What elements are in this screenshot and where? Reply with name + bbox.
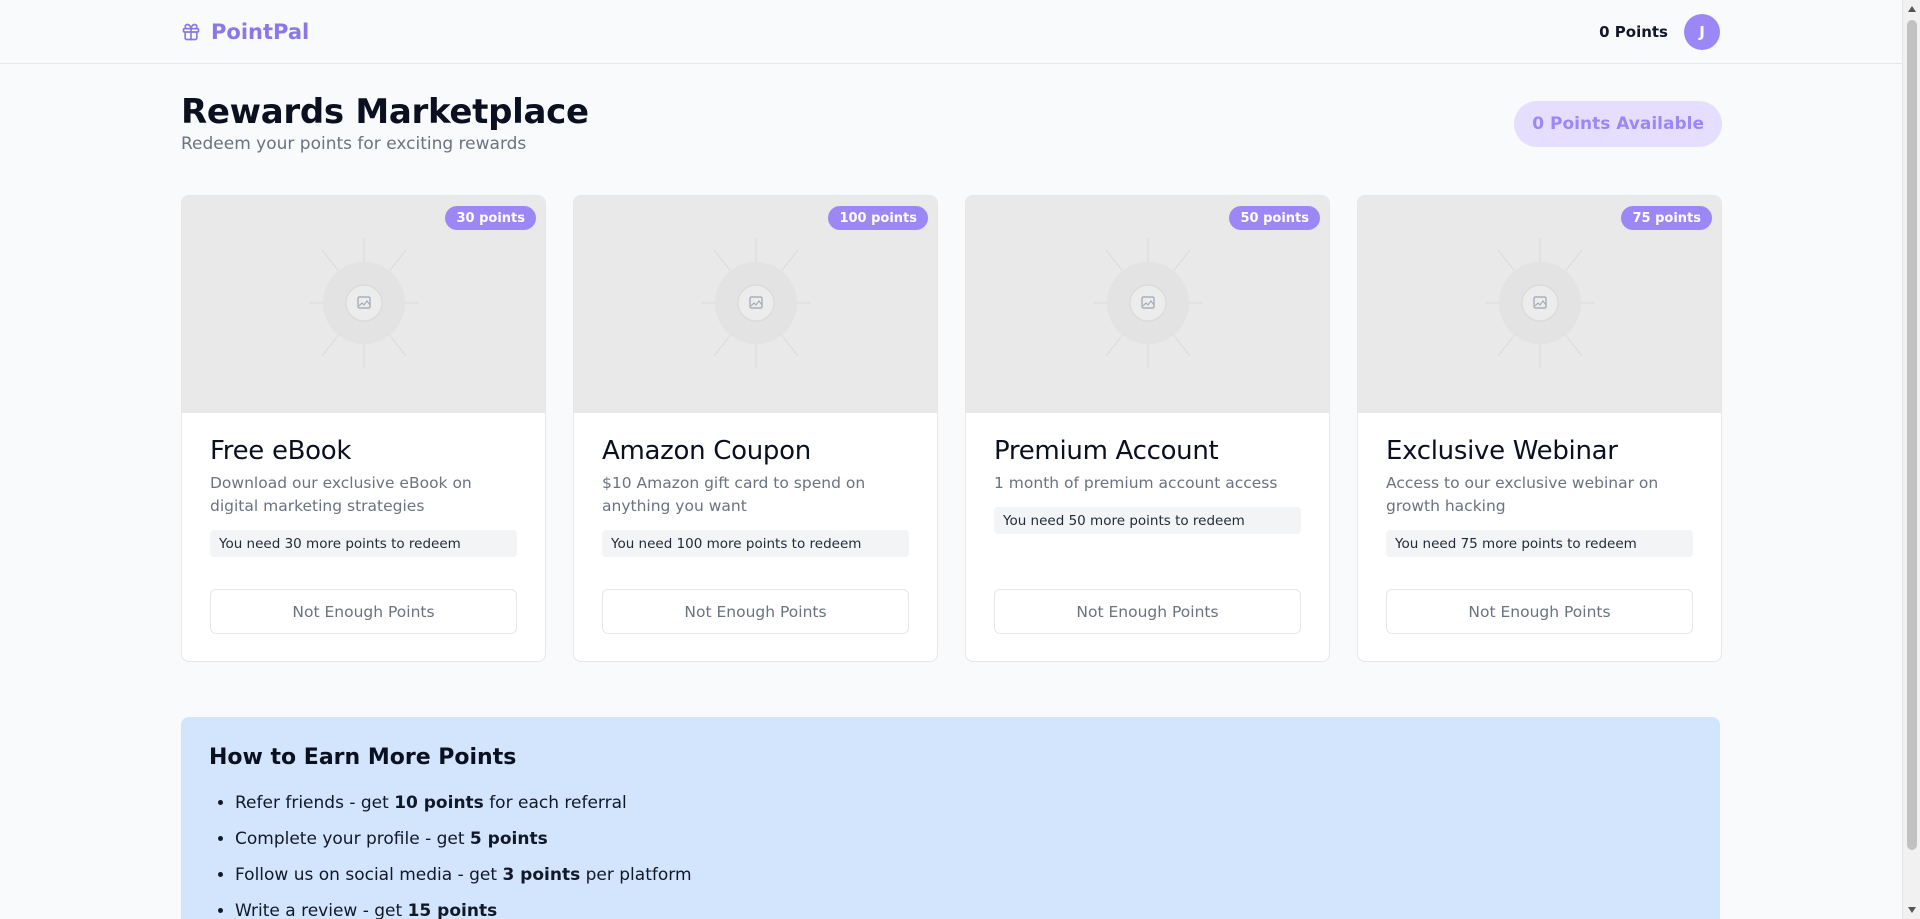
- reward-card-exclusive-webinar: 75 points Exclusive Webinar Access to ou…: [1357, 195, 1722, 662]
- app-viewport: PointPal 0 Points J Rewards Marketplace …: [0, 0, 1920, 919]
- reward-description: $10 Amazon gift card to spend on anythin…: [602, 474, 866, 515]
- points-available-badge: 0 Points Available: [1514, 101, 1722, 147]
- reward-title: Exclusive Webinar: [1386, 436, 1618, 466]
- earn-item-points: 10 points: [394, 793, 484, 813]
- brand-logo[interactable]: PointPal: [181, 18, 309, 46]
- user-avatar[interactable]: J: [1684, 14, 1720, 50]
- earn-item-text: per platform: [580, 865, 692, 885]
- reward-card-body: Amazon Coupon $10 Amazon gift card to sp…: [602, 436, 909, 557]
- redeem-button-disabled[interactable]: Not Enough Points: [210, 589, 517, 634]
- earn-item-points: 15 points: [407, 901, 498, 919]
- earn-item-text: Complete your profile - get: [235, 829, 470, 849]
- gift-icon: [182, 23, 200, 41]
- earn-item-text: Write a review - get: [235, 901, 408, 919]
- reward-card-amazon-coupon: 100 points Amazon Coupon $10 Amazon gift…: [573, 195, 938, 662]
- image-placeholder-icon: [701, 238, 811, 368]
- header-right: 0 Points J: [1599, 14, 1720, 50]
- reward-cost-badge: 75 points: [1621, 206, 1712, 230]
- list-item: Write a review - get 15 points: [235, 893, 692, 919]
- reward-image: 75 points: [1358, 196, 1721, 413]
- reward-description: Download our exclusive eBook on digital …: [210, 474, 472, 515]
- earn-item-text: Refer friends - get: [235, 793, 395, 813]
- scroll-up-icon[interactable]: [1908, 6, 1916, 12]
- points-needed-notice: You need 75 more points to redeem: [1386, 530, 1693, 557]
- redeem-button-disabled[interactable]: Not Enough Points: [602, 589, 909, 634]
- reward-card-body: Exclusive Webinar Access to our exclusiv…: [1386, 436, 1693, 557]
- redeem-button-disabled[interactable]: Not Enough Points: [1386, 589, 1693, 634]
- reward-title: Free eBook: [210, 436, 352, 466]
- reward-cost-badge: 50 points: [1229, 206, 1320, 230]
- scrollbar-thumb[interactable]: [1907, 20, 1917, 850]
- earn-item-points: 5 points: [469, 829, 548, 849]
- vertical-scrollbar[interactable]: [1902, 0, 1920, 919]
- points-needed-notice: You need 50 more points to redeem: [994, 507, 1301, 534]
- brand-name: PointPal: [211, 20, 310, 44]
- page-subtitle: Redeem your points for exciting rewards: [181, 134, 527, 154]
- earn-points-panel: How to Earn More Points Refer friends - …: [181, 717, 1720, 919]
- points-needed-notice: You need 100 more points to redeem: [602, 530, 909, 557]
- image-placeholder-icon: [1485, 238, 1595, 368]
- reward-image: 30 points: [182, 196, 545, 413]
- reward-title: Amazon Coupon: [602, 436, 811, 466]
- reward-cost-badge: 30 points: [445, 206, 536, 230]
- reward-description: Access to our exclusive webinar on growt…: [1386, 474, 1659, 515]
- list-item: Complete your profile - get 5 points: [235, 821, 692, 857]
- rewards-grid: 30 points Free eBook Download our exclus…: [181, 195, 1722, 662]
- list-item: Refer friends - get 10 points for each r…: [235, 785, 692, 821]
- page-title: Rewards Marketplace: [181, 92, 589, 132]
- earn-item-text: Follow us on social media - get: [235, 865, 503, 885]
- earn-item-points: 3 points: [502, 865, 581, 885]
- image-placeholder-icon: [1093, 238, 1203, 368]
- reward-image: 50 points: [966, 196, 1329, 413]
- reward-card-free-ebook: 30 points Free eBook Download our exclus…: [181, 195, 546, 662]
- reward-card-premium-account: 50 points Premium Account 1 month of pre…: [965, 195, 1330, 662]
- earn-points-list: Refer friends - get 10 points for each r…: [235, 785, 692, 919]
- scroll-down-icon[interactable]: [1908, 907, 1916, 913]
- earn-points-title: How to Earn More Points: [209, 745, 517, 770]
- earn-item-text: for each referral: [483, 793, 627, 813]
- header-points-balance: 0 Points: [1599, 23, 1668, 41]
- reward-cost-badge: 100 points: [828, 206, 928, 230]
- reward-card-body: Premium Account 1 month of premium accou…: [994, 436, 1301, 534]
- reward-description: 1 month of premium account access: [994, 474, 1278, 492]
- list-item: Follow us on social media - get 3 points…: [235, 857, 692, 893]
- image-placeholder-icon: [309, 238, 419, 368]
- reward-image: 100 points: [574, 196, 937, 413]
- redeem-button-disabled[interactable]: Not Enough Points: [994, 589, 1301, 634]
- reward-title: Premium Account: [994, 436, 1219, 466]
- reward-card-body: Free eBook Download our exclusive eBook …: [210, 436, 517, 557]
- top-navbar: PointPal 0 Points J: [0, 0, 1902, 64]
- points-needed-notice: You need 30 more points to redeem: [210, 530, 517, 557]
